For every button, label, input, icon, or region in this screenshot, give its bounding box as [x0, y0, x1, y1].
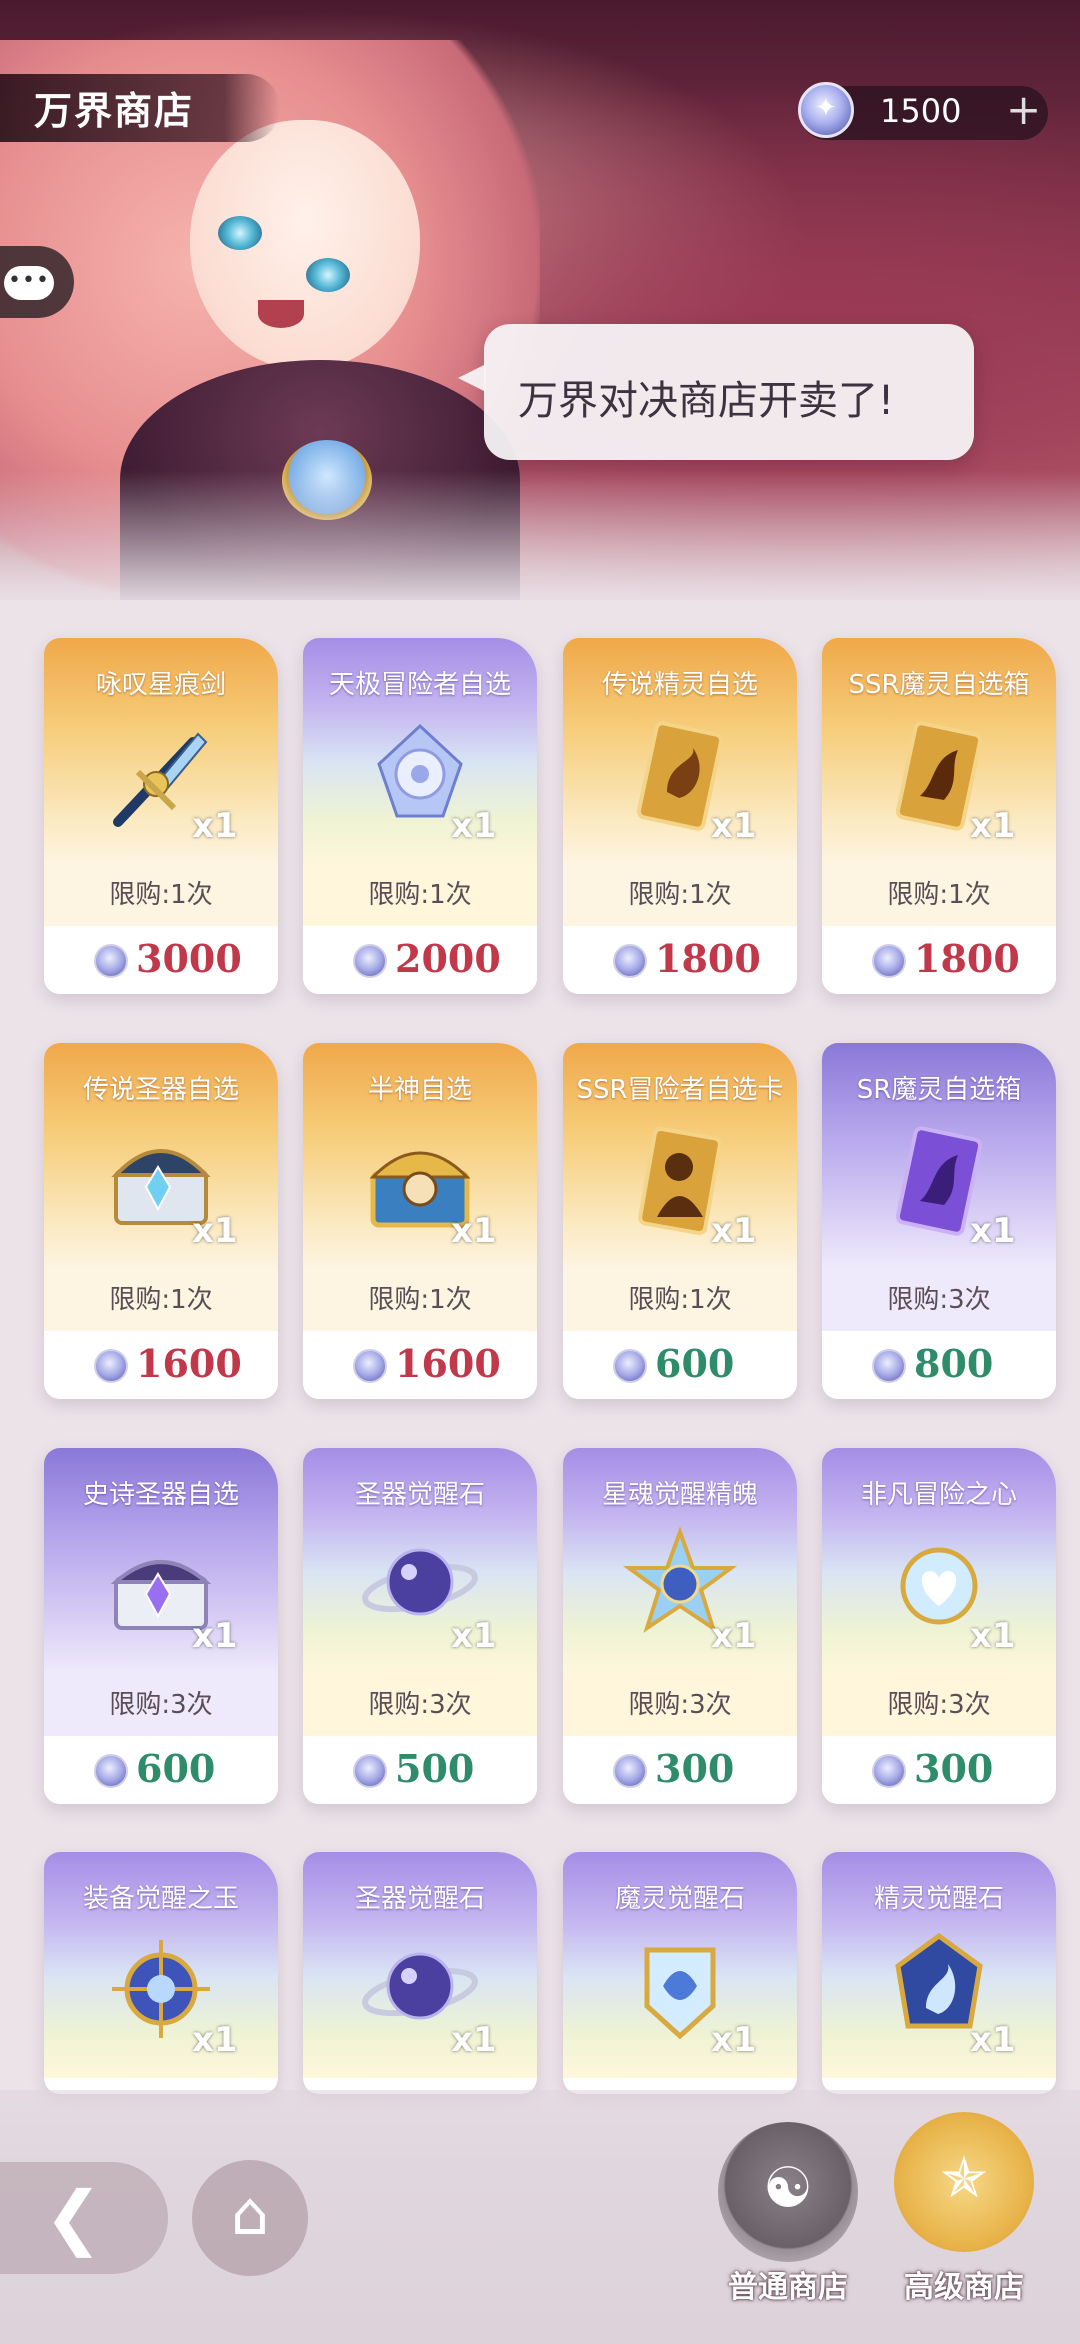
normal-shop-icon: ☯ [762, 2156, 814, 2221]
crystal-coin-icon [872, 944, 906, 978]
item-name: 传说圣器自选 [82, 1075, 239, 1105]
tab-premium-shop[interactable]: ✯ [894, 2112, 1034, 2252]
item-quantity: x1 [711, 1616, 757, 1656]
item-price: 1800 [655, 936, 761, 981]
item-name: 圣器觉醒石 [354, 1480, 485, 1510]
item-quantity: x1 [970, 2020, 1016, 2060]
crystal-coin-icon [94, 944, 128, 978]
item-name: 圣器觉醒石 [354, 1884, 485, 1914]
item-quantity: x1 [451, 1616, 497, 1656]
home-icon: ⌂ [230, 2179, 270, 2249]
home-button[interactable]: ⌂ [192, 2160, 308, 2276]
crystal-coin-icon [94, 1349, 128, 1383]
item-quantity: x1 [192, 1616, 238, 1656]
item-name: SSR魔灵自选箱 [848, 670, 1030, 700]
item-quantity: x1 [970, 806, 1016, 846]
item-price: 2000 [395, 936, 501, 981]
purchase-limit: 限购:3次 [887, 1690, 991, 1720]
crystal-coin-icon [353, 1754, 387, 1788]
item-price: 300 [655, 1746, 735, 1791]
premium-shop-icon: ✯ [940, 2146, 988, 2211]
purchase-limit: 限购:3次 [887, 1285, 991, 1315]
item-price: 800 [914, 1341, 994, 1386]
shop-item-card[interactable]: SSR魔灵自选箱 x1 限购:1次 1800 [822, 638, 1056, 994]
shop-item-card[interactable]: SSR冒险者自选卡 x1 限购:1次 600 [563, 1043, 797, 1399]
tab-normal-shop-label[interactable]: 普通商店 [698, 2262, 878, 2306]
item-price: 300 [914, 1746, 994, 1791]
shop-item-card[interactable]: 装备觉醒之玉 x1 [44, 1852, 278, 2094]
item-price: 600 [655, 1341, 735, 1386]
item-quantity: x1 [451, 1211, 497, 1251]
purchase-limit: 限购:3次 [368, 1690, 472, 1720]
item-name: 咏叹星痕剑 [95, 670, 226, 700]
crystal-coin-icon [613, 1349, 647, 1383]
item-quantity: x1 [192, 2020, 238, 2060]
crystal-coin-icon [613, 1754, 647, 1788]
item-quantity: x1 [451, 806, 497, 846]
shop-item-card[interactable]: 星魂觉醒精魄 x1 限购:3次 300 [563, 1448, 797, 1804]
item-name: 半神自选 [367, 1075, 472, 1105]
item-name: 星魂觉醒精魄 [601, 1480, 758, 1510]
crystal-coin-icon [353, 1349, 387, 1383]
item-quantity: x1 [970, 1211, 1016, 1251]
shop-item-card[interactable]: SR魔灵自选箱 x1 限购:3次 800 [822, 1043, 1056, 1399]
shop-item-card[interactable]: 魔灵觉醒石 x1 [563, 1852, 797, 2094]
item-quantity: x1 [970, 1616, 1016, 1656]
purchase-limit: 限购:1次 [628, 880, 732, 910]
item-name: 传说精灵自选 [601, 670, 758, 700]
item-name: 非凡冒险之心 [860, 1480, 1017, 1510]
item-name: 天极冒险者自选 [328, 670, 511, 700]
shop-item-card[interactable]: 圣器觉醒石 x1 限购:3次 500 [303, 1448, 537, 1804]
crystal-coin-icon [613, 944, 647, 978]
item-name: 装备觉醒之玉 [82, 1884, 239, 1914]
purchase-limit: 限购:1次 [368, 880, 472, 910]
item-price: 1800 [914, 936, 1020, 981]
purchase-limit: 限购:1次 [887, 880, 991, 910]
item-name: SSR冒险者自选卡 [576, 1075, 784, 1105]
item-name: SR魔灵自选箱 [856, 1075, 1022, 1105]
shop-item-card[interactable]: 天极冒险者自选 x1 限购:1次 2000 [303, 638, 537, 994]
item-price: 500 [395, 1746, 475, 1791]
item-quantity: x1 [711, 806, 757, 846]
purchase-limit: 限购:1次 [368, 1285, 472, 1315]
item-quantity: x1 [451, 2020, 497, 2060]
shop-item-card[interactable]: 精灵觉醒石 x1 [822, 1852, 1056, 2094]
crystal-coin-icon [94, 1754, 128, 1788]
item-name: 史诗圣器自选 [82, 1480, 239, 1510]
crystal-coin-icon [872, 1754, 906, 1788]
purchase-limit: 限购:1次 [109, 1285, 213, 1315]
shop-item-card[interactable]: 传说圣器自选 x1 限购:1次 1600 [44, 1043, 278, 1399]
item-price: 3000 [136, 936, 242, 981]
item-price: 600 [136, 1746, 216, 1791]
purchase-limit: 限购:3次 [109, 1690, 213, 1720]
shop-item-card[interactable]: 传说精灵自选 x1 限购:1次 1800 [563, 638, 797, 994]
crystal-coin-icon [872, 1349, 906, 1383]
item-quantity: x1 [192, 806, 238, 846]
item-price: 1600 [395, 1341, 501, 1386]
purchase-limit: 限购:1次 [628, 1285, 732, 1315]
item-price: 1600 [136, 1341, 242, 1386]
shop-item-grid: 咏叹星痕剑 x1 限购:1次 3000 天极冒险者自选 x1 限购:1次 2000 传说精灵自选… [0, 0, 1080, 2344]
shop-item-card[interactable]: 半神自选 x1 限购:1次 1600 [303, 1043, 537, 1399]
shop-item-card[interactable]: 圣器觉醒石 x1 [303, 1852, 537, 2094]
item-quantity: x1 [711, 2020, 757, 2060]
purchase-limit: 限购:3次 [628, 1690, 732, 1720]
shop-item-card[interactable]: 史诗圣器自选 x1 限购:3次 600 [44, 1448, 278, 1804]
item-name: 精灵觉醒石 [873, 1884, 1004, 1914]
tab-premium-shop-label[interactable]: 高级商店 [874, 2262, 1054, 2306]
back-button[interactable]: ❮ [0, 2162, 168, 2274]
shop-item-card[interactable]: 非凡冒险之心 x1 限购:3次 300 [822, 1448, 1056, 1804]
tab-normal-shop[interactable]: ☯ [718, 2122, 858, 2262]
shop-item-card[interactable]: 咏叹星痕剑 x1 限购:1次 3000 [44, 638, 278, 994]
item-quantity: x1 [711, 1211, 757, 1251]
back-arrow-icon: ❮ [44, 2176, 103, 2258]
item-name: 魔灵觉醒石 [614, 1884, 745, 1914]
item-quantity: x1 [192, 1211, 238, 1251]
crystal-coin-icon [353, 944, 387, 978]
purchase-limit: 限购:1次 [109, 880, 213, 910]
